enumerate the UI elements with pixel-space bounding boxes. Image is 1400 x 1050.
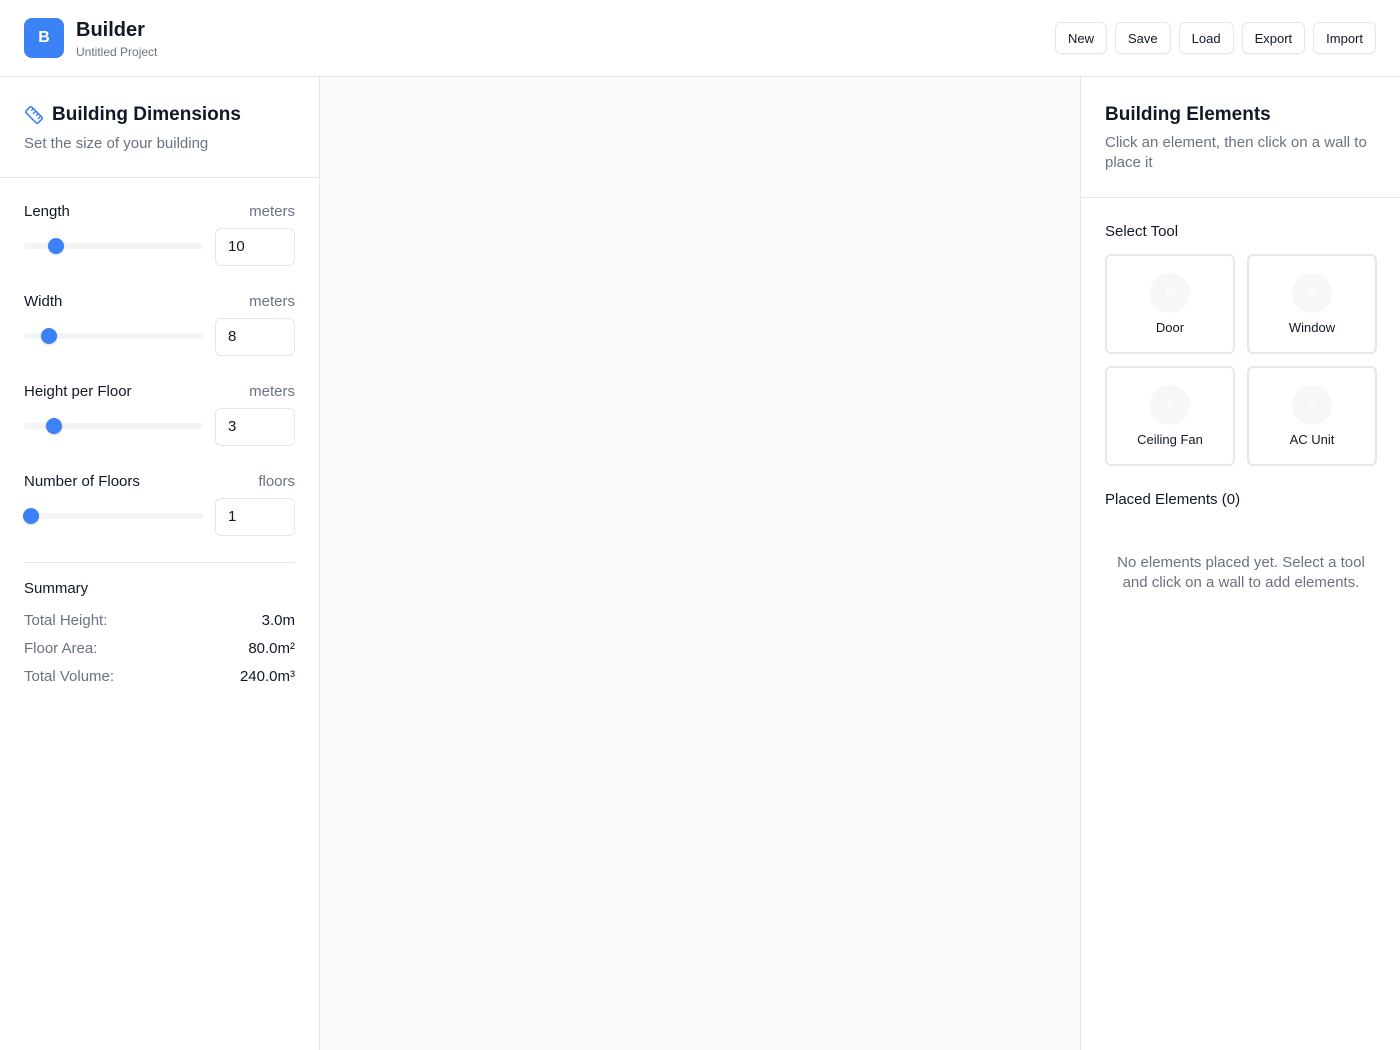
tool-label: AC Unit [1289, 432, 1335, 447]
number-of-floors-input[interactable]: 1 [215, 498, 295, 536]
height-per-floor-field: Height per Floor meters 3 [24, 382, 295, 456]
elements-header: Building Elements Click an element, then… [1081, 77, 1400, 198]
summary-label: Total Volume: [24, 668, 115, 685]
dimensions-header: Building Dimensions Set the size of your… [0, 77, 319, 178]
app-title: Builder [76, 19, 145, 41]
number-of-floors-slider[interactable] [23, 508, 203, 524]
tool-door[interactable]: D Door [1105, 254, 1235, 354]
import-button[interactable]: Import [1313, 22, 1376, 54]
tool-grid: D Door W Window F Ceiling Fan A AC Unit [1105, 254, 1377, 466]
width-slider[interactable] [24, 328, 203, 344]
window-icon: W [1292, 273, 1332, 313]
height-per-floor-slider[interactable] [24, 418, 203, 434]
summary-label: Floor Area: [24, 640, 98, 657]
ac-unit-icon: A [1292, 385, 1332, 425]
new-button[interactable]: New [1055, 22, 1108, 54]
dimensions-panel: Building Dimensions Set the size of your… [0, 77, 320, 1050]
width-field: Width meters 8 [24, 292, 295, 366]
tool-window[interactable]: W Window [1247, 254, 1377, 354]
export-button[interactable]: Export [1241, 22, 1306, 54]
height-per-floor-input[interactable]: 3 [215, 408, 295, 446]
number-of-floors-label: Number of Floors [24, 473, 140, 490]
tool-label: Door [1155, 320, 1185, 335]
summary-divider [24, 562, 295, 563]
summary-value: 240.0m³ [239, 668, 295, 685]
fan-icon: F [1150, 385, 1190, 425]
summary-row-floor-area: Floor Area: 80.0m² [24, 639, 295, 659]
load-button[interactable]: Load [1178, 22, 1234, 54]
building-canvas[interactable] [320, 77, 1080, 1050]
app-header: B Builder Untitled Project New Save Load… [0, 0, 1400, 77]
height-per-floor-slider-thumb[interactable] [46, 418, 63, 434]
elements-title: Building Elements [1105, 104, 1271, 125]
elements-panel: Building Elements Click an element, then… [1080, 77, 1400, 1050]
placed-elements-empty-message: No elements placed yet. Select a tool an… [1117, 554, 1365, 591]
height-per-floor-label: Height per Floor [24, 383, 132, 400]
save-button[interactable]: Save [1115, 22, 1171, 54]
dimensions-title: Building Dimensions [52, 104, 241, 125]
width-unit: meters [249, 293, 295, 310]
header-toolbar: New Save Load Export Import [1055, 22, 1376, 54]
length-label: Length [24, 203, 70, 220]
ruler-icon [24, 105, 44, 125]
tool-label: Ceiling Fan [1137, 432, 1203, 447]
length-unit: meters [249, 203, 295, 220]
summary-value: 80.0m² [248, 640, 295, 657]
number-of-floors-field: Number of Floors floors 1 [23, 472, 295, 546]
tool-ac-unit[interactable]: A AC Unit [1247, 366, 1377, 466]
tool-ceiling-fan[interactable]: F Ceiling Fan [1105, 366, 1235, 466]
tool-label: Window [1288, 320, 1336, 335]
placed-elements-title: Placed Elements (0) [1105, 491, 1241, 508]
dimensions-subtitle: Set the size of your building [24, 135, 209, 152]
number-of-floors-slider-thumb[interactable] [23, 508, 40, 524]
summary-title: Summary [24, 580, 89, 597]
width-slider-thumb[interactable] [41, 328, 58, 344]
app-logo: B [24, 18, 64, 58]
length-field: Length meters 10 [24, 202, 295, 276]
width-label: Width [24, 293, 63, 310]
project-name: Untitled Project [76, 45, 158, 59]
summary-row-total-height: Total Height: 3.0m [24, 611, 295, 631]
width-input[interactable]: 8 [215, 318, 295, 356]
length-input[interactable]: 10 [215, 228, 295, 266]
door-icon: D [1150, 273, 1190, 313]
select-tool-title: Select Tool [1105, 223, 1179, 240]
summary-row-total-volume: Total Volume: 240.0m³ [24, 667, 295, 687]
summary-value: 3.0m [261, 612, 295, 629]
length-slider[interactable] [24, 238, 203, 254]
elements-subtitle: Click an element, then click on a wall t… [1105, 134, 1367, 171]
summary-label: Total Height: [24, 612, 108, 629]
height-per-floor-unit: meters [249, 383, 295, 400]
number-of-floors-unit: floors [258, 473, 295, 490]
length-slider-thumb[interactable] [48, 238, 65, 254]
